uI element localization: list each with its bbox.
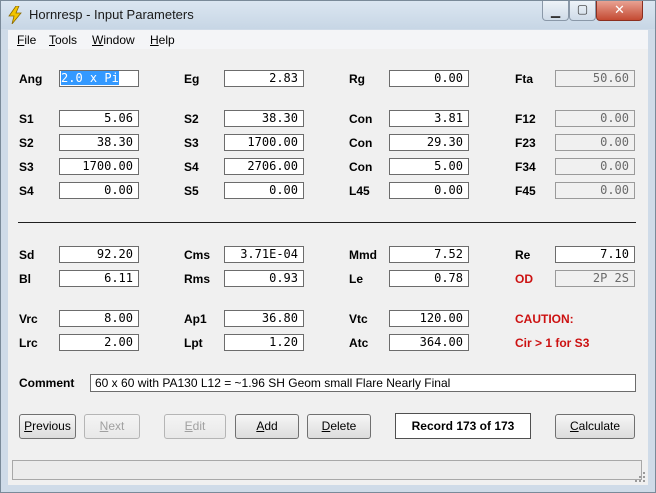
minimize-button[interactable]: ▁ bbox=[542, 1, 569, 21]
s4-field[interactable]: 2706.00 bbox=[224, 158, 304, 175]
lrc-label: Lrc bbox=[19, 336, 38, 350]
menu-bar: File Tools Window Help bbox=[8, 30, 648, 50]
next-button[interactable]: Next bbox=[84, 414, 140, 439]
eg-field[interactable]: 2.83 bbox=[224, 70, 304, 87]
previous-button[interactable]: Previous bbox=[19, 414, 76, 439]
le-field[interactable]: 0.78 bbox=[389, 270, 469, 287]
title-bar[interactable]: Hornresp - Input Parameters ▁ ▢ ✕ bbox=[1, 1, 655, 29]
rms-field[interactable]: 0.93 bbox=[224, 270, 304, 287]
resize-grip-icon[interactable] bbox=[634, 471, 646, 483]
fta-label: Fta bbox=[515, 72, 533, 86]
mmd-field[interactable]: 7.52 bbox=[389, 246, 469, 263]
re-field[interactable]: 7.10 bbox=[555, 246, 635, 263]
s4b-label: S4 bbox=[19, 184, 34, 198]
f23-field: 0.00 bbox=[555, 134, 635, 151]
menu-window[interactable]: Window bbox=[92, 33, 135, 47]
od-field: 2P 2S bbox=[555, 270, 635, 287]
f12-field: 0.00 bbox=[555, 110, 635, 127]
window-title: Hornresp - Input Parameters bbox=[29, 7, 194, 22]
con3-field[interactable]: 5.00 bbox=[389, 158, 469, 175]
re-label: Re bbox=[515, 248, 531, 262]
maximize-button[interactable]: ▢ bbox=[569, 1, 596, 21]
bl-field[interactable]: 6.11 bbox=[59, 270, 139, 287]
f34-label: F34 bbox=[515, 160, 536, 174]
f23-label: F23 bbox=[515, 136, 536, 150]
s3b-field[interactable]: 1700.00 bbox=[59, 158, 139, 175]
l45-label: L45 bbox=[349, 184, 370, 198]
lrc-field[interactable]: 2.00 bbox=[59, 334, 139, 351]
vtc-label: Vtc bbox=[349, 312, 368, 326]
con2-label: Con bbox=[349, 136, 373, 150]
f12-label: F12 bbox=[515, 112, 536, 126]
vrc-field[interactable]: 8.00 bbox=[59, 310, 139, 327]
comment-label: Comment bbox=[19, 376, 75, 390]
s3b-label: S3 bbox=[19, 160, 34, 174]
add-button[interactable]: Add bbox=[235, 414, 299, 439]
vrc-label: Vrc bbox=[19, 312, 38, 326]
s1-field[interactable]: 5.06 bbox=[59, 110, 139, 127]
sd-field[interactable]: 92.20 bbox=[59, 246, 139, 263]
con3-label: Con bbox=[349, 160, 373, 174]
maximize-icon: ▢ bbox=[576, 2, 589, 16]
f45-label: F45 bbox=[515, 184, 536, 198]
menu-file[interactable]: File bbox=[17, 33, 36, 47]
ang-label: Ang bbox=[19, 72, 43, 86]
lightning-icon bbox=[8, 6, 22, 24]
fta-field: 50.60 bbox=[555, 70, 635, 87]
close-button[interactable]: ✕ bbox=[596, 1, 643, 21]
bl-label: Bl bbox=[19, 272, 31, 286]
calculate-button[interactable]: Calculate bbox=[555, 414, 635, 439]
s4-label: S4 bbox=[184, 160, 199, 174]
f45-field: 0.00 bbox=[555, 182, 635, 199]
s2-field[interactable]: 38.30 bbox=[224, 110, 304, 127]
input-parameters-panel: Ang 2.0 x Pi Eg 2.83 Rg 0.00 Fta 50.60 S… bbox=[8, 49, 648, 456]
section-divider bbox=[18, 222, 636, 223]
s3-label: S3 bbox=[184, 136, 199, 150]
con1-field[interactable]: 3.81 bbox=[389, 110, 469, 127]
s2b-field[interactable]: 38.30 bbox=[59, 134, 139, 151]
minimize-icon: ▁ bbox=[550, 4, 561, 18]
s2-label: S2 bbox=[184, 112, 199, 126]
cms-label: Cms bbox=[184, 248, 211, 262]
menu-help[interactable]: Help bbox=[150, 33, 175, 47]
rms-label: Rms bbox=[184, 272, 211, 286]
menu-tools[interactable]: Tools bbox=[49, 33, 77, 47]
close-icon: ✕ bbox=[614, 2, 625, 17]
mmd-label: Mmd bbox=[349, 248, 377, 262]
caution-message: Cir > 1 for S3 bbox=[515, 336, 590, 350]
s5-label: S5 bbox=[184, 184, 199, 198]
ap1-field[interactable]: 36.80 bbox=[224, 310, 304, 327]
s1-label: S1 bbox=[19, 112, 34, 126]
cms-field[interactable]: 3.71E-04 bbox=[224, 246, 304, 263]
con1-label: Con bbox=[349, 112, 373, 126]
atc-field[interactable]: 364.00 bbox=[389, 334, 469, 351]
comment-field[interactable]: 60 x 60 with PA130 L12 = ~1.96 SH Geom s… bbox=[90, 374, 636, 392]
od-label[interactable]: OD bbox=[515, 272, 533, 286]
s2b-label: S2 bbox=[19, 136, 34, 150]
status-panel bbox=[12, 460, 642, 480]
l45-field[interactable]: 0.00 bbox=[389, 182, 469, 199]
sd-label: Sd bbox=[19, 248, 35, 262]
rg-field[interactable]: 0.00 bbox=[389, 70, 469, 87]
lpt-field[interactable]: 1.20 bbox=[224, 334, 304, 351]
ang-field[interactable]: 2.0 x Pi bbox=[59, 70, 139, 87]
rg-label: Rg bbox=[349, 72, 365, 86]
delete-button[interactable]: Delete bbox=[307, 414, 371, 439]
status-bar bbox=[8, 456, 648, 485]
ap1-label: Ap1 bbox=[184, 312, 207, 326]
caution-label: CAUTION: bbox=[515, 312, 574, 326]
le-label: Le bbox=[349, 272, 364, 286]
atc-label: Atc bbox=[349, 336, 369, 350]
edit-button[interactable]: Edit bbox=[164, 414, 226, 439]
app-window: Hornresp - Input Parameters ▁ ▢ ✕ File T… bbox=[0, 0, 656, 493]
lpt-label: Lpt bbox=[184, 336, 203, 350]
f34-field: 0.00 bbox=[555, 158, 635, 175]
vtc-field[interactable]: 120.00 bbox=[389, 310, 469, 327]
eg-label: Eg bbox=[184, 72, 200, 86]
con2-field[interactable]: 29.30 bbox=[389, 134, 469, 151]
s4b-field[interactable]: 0.00 bbox=[59, 182, 139, 199]
s3-field[interactable]: 1700.00 bbox=[224, 134, 304, 151]
s5-field[interactable]: 0.00 bbox=[224, 182, 304, 199]
record-counter: Record 173 of 173 bbox=[395, 413, 531, 439]
